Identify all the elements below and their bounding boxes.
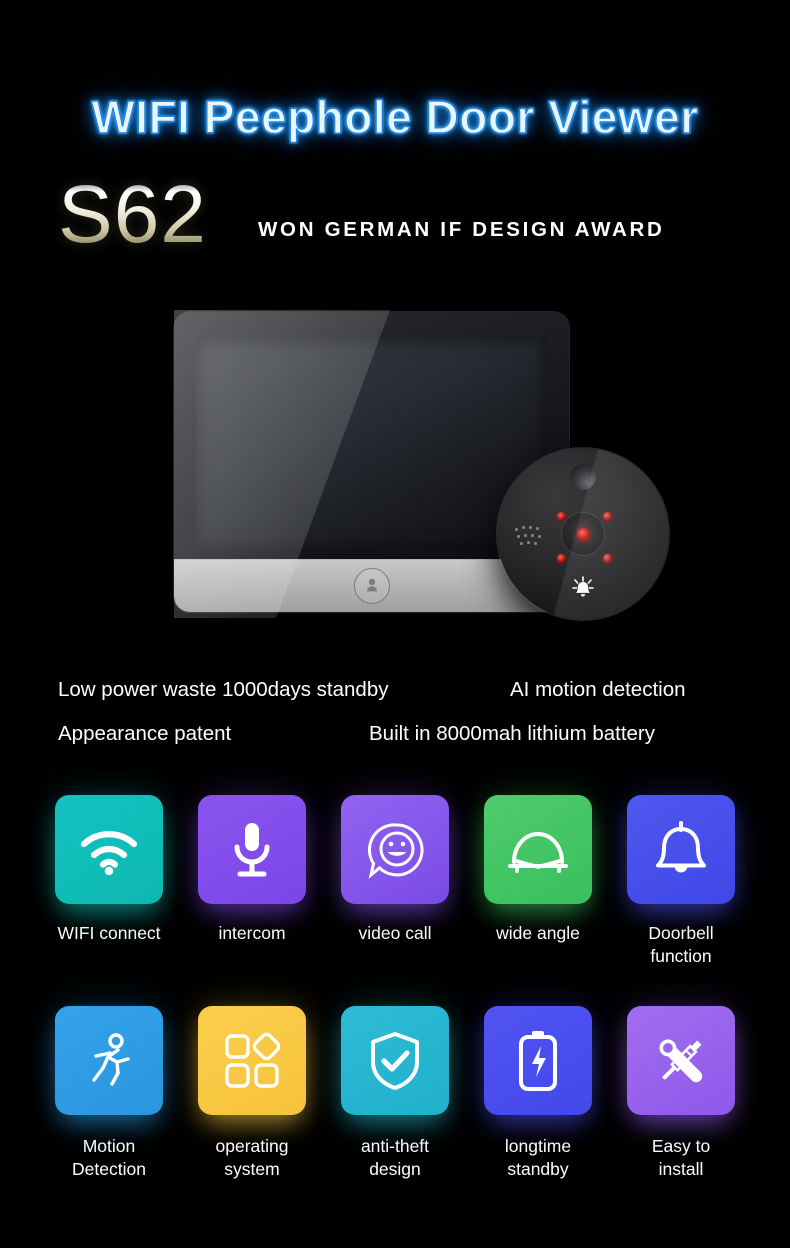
feature-wide-angle[interactable]: wide angle — [484, 795, 592, 968]
feature-label: wide angle — [496, 923, 580, 943]
feature-sentence: AI motion detection — [510, 678, 686, 701]
feature-tile[interactable] — [198, 1006, 306, 1116]
feature-label: Easy to install — [651, 1136, 711, 1180]
feature-tile[interactable] — [627, 1006, 735, 1116]
feature-sentence: Appearance patent — [58, 722, 232, 745]
tools-icon — [659, 1039, 703, 1082]
feature-video-call[interactable]: video call — [341, 795, 449, 968]
feature-row-1: WIFI connect intercom video call wide an… — [0, 795, 790, 968]
feature-label: Doorbell function — [648, 923, 714, 967]
monitor-screen — [196, 338, 547, 550]
feature-tile[interactable] — [484, 1006, 592, 1116]
camera-glare — [497, 448, 669, 620]
person-icon — [366, 578, 377, 592]
product-banner: WIFI Peephole Door Viewer S62 WON GERMAN… — [0, 0, 790, 1248]
feature-longtime-standby[interactable]: longtime standby — [484, 1006, 592, 1181]
feature-label: operating system — [215, 1136, 289, 1180]
model-row: S62 WON GERMAN IF DESIGN AWARD — [0, 174, 790, 270]
feature-motion-detection[interactable]: Motion Detection — [55, 1006, 163, 1181]
hero-title-block: WIFI Peephole Door Viewer — [0, 91, 790, 143]
model-name: S62 — [58, 169, 207, 260]
feature-label: Motion Detection — [72, 1136, 146, 1180]
feature-tile[interactable] — [627, 795, 735, 904]
feature-row-2: Motion Detection operating system anti-t… — [0, 1006, 790, 1181]
feature-easy-to-install[interactable]: Easy to install — [627, 1006, 735, 1181]
feature-tile[interactable] — [55, 1006, 163, 1116]
shield-check-icon — [371, 1031, 419, 1090]
feature-operating-system[interactable]: operating system — [198, 1006, 306, 1181]
feature-tile[interactable] — [341, 1006, 449, 1116]
feature-label: intercom — [218, 923, 286, 943]
product-image — [0, 300, 790, 640]
feature-intercom[interactable]: intercom — [198, 795, 306, 968]
wifi-icon — [80, 830, 138, 875]
feature-sentence: Built in 8000mah lithium battery — [369, 722, 656, 745]
feature-wifi-connect[interactable]: WIFI connect — [55, 795, 163, 968]
page-title: WIFI Peephole Door Viewer — [91, 91, 699, 143]
feature-label: video call — [358, 923, 432, 943]
microphone-icon — [234, 822, 270, 876]
wide-angle-lens-icon — [508, 831, 568, 873]
feature-sentences: Low power waste 1000days standby AI moti… — [0, 664, 790, 764]
running-person-icon — [92, 1032, 130, 1086]
feature-doorbell-function[interactable]: Doorbell function — [627, 795, 735, 968]
bell-icon — [656, 820, 706, 872]
feature-anti-theft-design[interactable]: anti-theft design — [341, 1006, 449, 1181]
home-button[interactable] — [353, 568, 390, 604]
award-text: WON GERMAN IF DESIGN AWARD — [258, 218, 665, 241]
feature-tile[interactable] — [198, 795, 306, 904]
battery-bolt-icon — [519, 1030, 557, 1091]
feature-label: WIFI connect — [57, 923, 161, 943]
chat-smiley-icon — [368, 822, 424, 879]
feature-tile[interactable] — [484, 795, 592, 904]
feature-sentence: Low power waste 1000days standby — [58, 678, 389, 701]
outdoor-camera-unit — [497, 448, 669, 620]
feature-tile[interactable] — [341, 795, 449, 904]
feature-label: longtime standby — [504, 1136, 572, 1180]
feature-label: anti-theft design — [360, 1136, 430, 1180]
feature-icon-grid: WIFI connect intercom video call wide an… — [0, 795, 790, 1187]
apps-grid-icon — [225, 1032, 281, 1088]
feature-tile[interactable] — [55, 795, 163, 904]
